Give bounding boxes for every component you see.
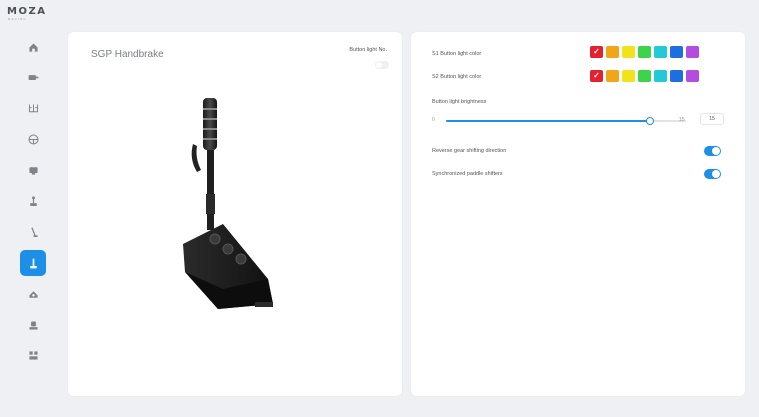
moza-logo-subtitle: RACING	[8, 17, 27, 21]
brightness-value-input[interactable]: 15	[700, 113, 724, 125]
hub-icon	[28, 290, 38, 298]
settings-panel: S1 Button light color S2 Button light co…	[411, 32, 745, 396]
reverse-gear-direction-toggle[interactable]	[704, 146, 721, 156]
s1-color-swatch[interactable]	[670, 46, 683, 58]
brightness-max-label: 15	[679, 117, 685, 123]
brightness-min-label: 0	[432, 117, 435, 123]
device-preview-panel: SGP Handbrake Button light No.	[68, 32, 402, 396]
device-title: SGP Handbrake	[91, 49, 164, 60]
sidebar-item-handbrake[interactable]	[20, 219, 46, 245]
dashboard-icon	[28, 167, 38, 175]
s2-color-swatch[interactable]	[654, 70, 667, 82]
wheelbase-icon	[28, 75, 38, 81]
sidebar-item-steering-wheel[interactable]	[20, 127, 46, 153]
sidebar-nav	[14, 34, 52, 384]
sidebar-item-shifter[interactable]	[20, 188, 46, 214]
s1-color-swatch[interactable]	[606, 46, 619, 58]
brightness-slider-row: 0 15 15	[432, 113, 724, 126]
estop-icon	[28, 320, 38, 330]
button-light-number-label: Button light No.	[349, 47, 387, 53]
s1-color-swatch[interactable]	[622, 46, 635, 58]
brightness-slider-thumb[interactable]	[646, 117, 654, 125]
shifter-icon	[29, 196, 37, 206]
synchronized-paddle-shifters-toggle[interactable]	[704, 169, 721, 179]
s1-color-swatch[interactable]	[638, 46, 651, 58]
brightness-slider-fill	[446, 120, 650, 122]
s2-color-swatch[interactable]	[606, 70, 619, 82]
pedals-icon	[28, 104, 38, 113]
adapter-icon	[28, 351, 38, 360]
moza-logo: MOZA	[7, 6, 47, 17]
s2-color-swatch[interactable]	[590, 70, 603, 82]
sidebar-item-adapter[interactable]	[20, 343, 46, 369]
s2-color-swatch[interactable]	[686, 70, 699, 82]
sidebar-item-sequential-shifter[interactable]	[20, 250, 46, 277]
sequential-shifter-icon	[29, 258, 37, 269]
button-light-number-toggle[interactable]	[375, 61, 389, 69]
s1-color-swatch[interactable]	[686, 46, 699, 58]
s1-color-swatch[interactable]	[654, 46, 667, 58]
sidebar-item-pedals[interactable]	[20, 96, 46, 122]
sidebar-item-wheelbase[interactable]	[20, 65, 46, 91]
s1-color-swatch[interactable]	[590, 46, 603, 58]
brightness-slider[interactable]	[446, 117, 686, 125]
sidebar-item-dashboard[interactable]	[20, 158, 46, 184]
button-light-brightness-label: Button light brightness	[432, 99, 487, 105]
sidebar-item-hub[interactable]	[20, 281, 46, 307]
s2-color-swatch[interactable]	[622, 70, 635, 82]
synchronized-paddle-shifters-label: Synchronized paddle shifters	[432, 171, 503, 177]
s2-color-swatch[interactable]	[670, 70, 683, 82]
s1-color-swatches	[590, 46, 699, 58]
s2-color-swatch[interactable]	[638, 70, 651, 82]
s2-color-swatches	[590, 70, 699, 82]
s1-button-light-color-label: S1 Button light color	[432, 51, 482, 57]
sidebar-item-home[interactable]	[20, 34, 46, 60]
s2-button-light-color-label: S2 Button light color	[432, 74, 482, 80]
sidebar-item-estop[interactable]	[20, 312, 46, 338]
sequential-shifter-image	[183, 98, 273, 309]
reverse-gear-direction-label: Reverse gear shifting direction	[432, 148, 507, 154]
home-icon	[28, 42, 38, 52]
title-bar: MOZA RACING	[0, 0, 759, 26]
steering-wheel-icon	[28, 134, 38, 145]
handbrake-icon	[30, 227, 38, 237]
